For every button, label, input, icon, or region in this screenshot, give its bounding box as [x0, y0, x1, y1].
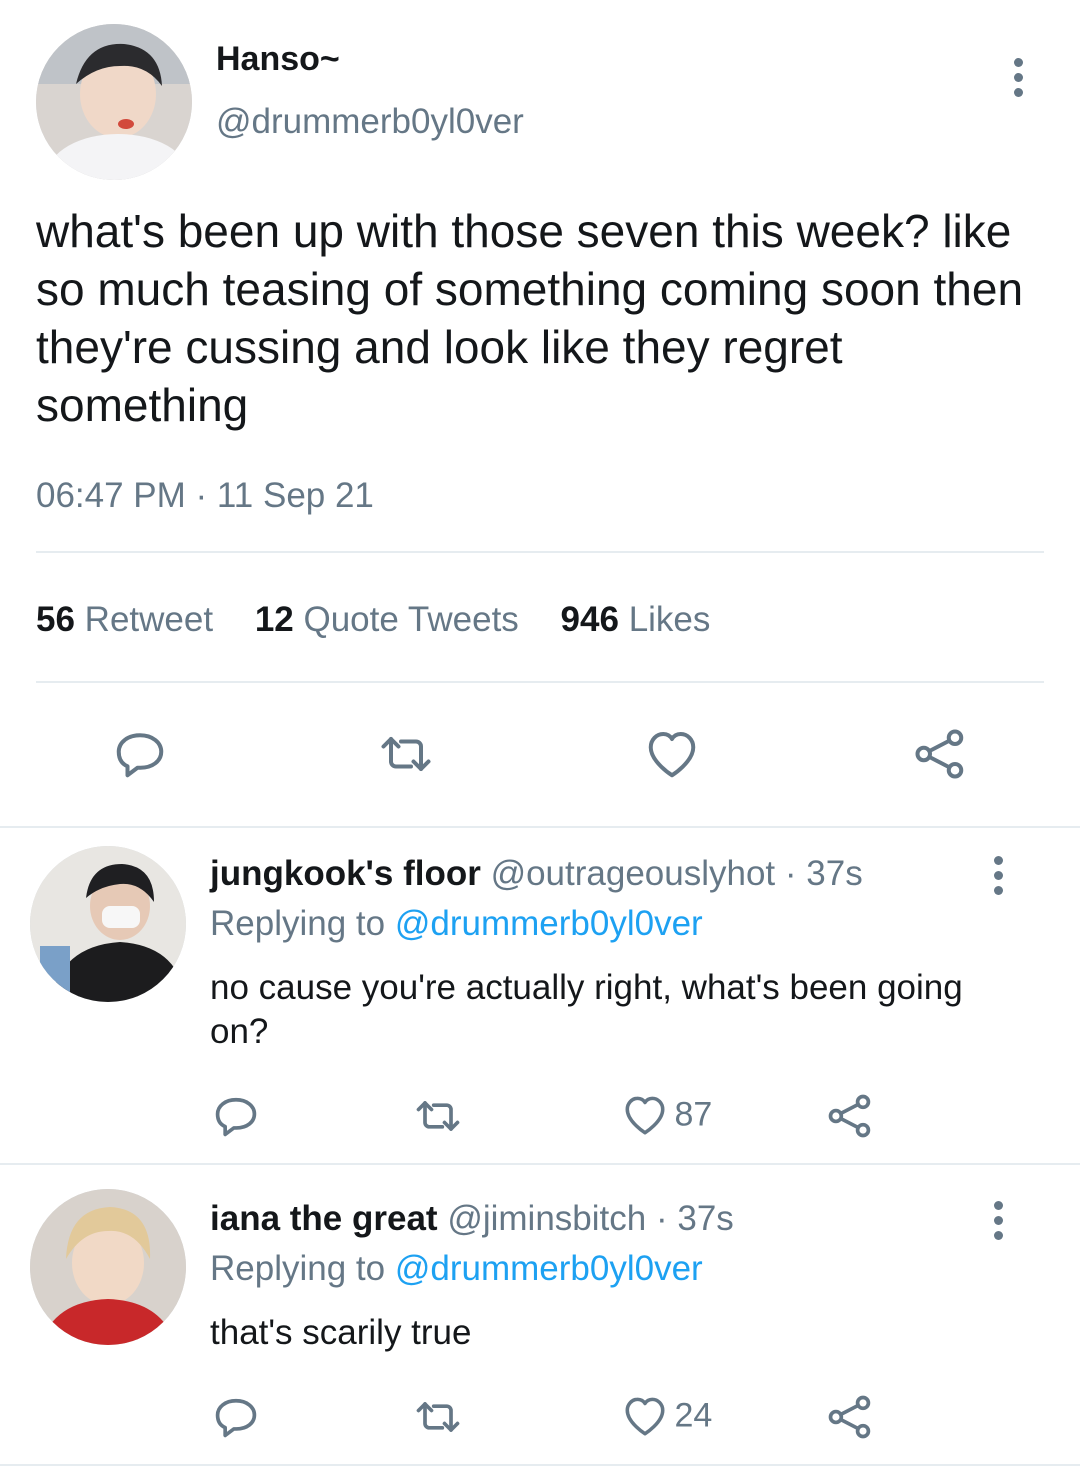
author-handle[interactable]: @drummerb0yl0ver	[216, 102, 524, 142]
reply-tweet[interactable]: jungkook's floor @outrageouslyhot · 37s …	[0, 828, 1080, 1162]
quotes-label: Quote Tweets	[303, 600, 519, 639]
reply-time: · 37s	[655, 1199, 734, 1238]
tweet-text: what's been up with those seven this wee…	[36, 205, 1024, 431]
share-icon[interactable]	[824, 1090, 876, 1142]
replying-to-label: Replying to	[210, 904, 386, 943]
author-avatar[interactable]	[36, 24, 192, 180]
like-icon[interactable]	[642, 724, 702, 784]
replying-to-label: Replying to	[210, 1249, 386, 1288]
retweet-icon[interactable]	[412, 1391, 464, 1443]
divider	[0, 1464, 1080, 1466]
like-button[interactable]: 24	[620, 1391, 712, 1443]
reply-header: jungkook's floor @outrageouslyhot · 37s	[210, 854, 863, 894]
replying-to-handle[interactable]: @drummerb0yl0ver	[395, 904, 703, 943]
tweet-timestamp[interactable]: 06:47 PM · 11 Sep 21	[36, 476, 374, 516]
like-icon	[620, 1090, 670, 1140]
reply-icon[interactable]	[110, 724, 170, 784]
quotes-count: 12	[254, 600, 294, 639]
divider	[36, 681, 1044, 683]
reply-tweet[interactable]: iana the great @jiminsbitch · 37s Replyi…	[0, 1165, 1080, 1465]
reply-display-name[interactable]: jungkook's floor	[210, 854, 481, 893]
reply-text: no cause you're actually right, what's b…	[210, 968, 963, 1051]
retweet-icon[interactable]	[376, 724, 436, 784]
replying-to-line: Replying to @drummerb0yl0ver	[210, 904, 703, 944]
reply-text: that's scarily true	[210, 1313, 472, 1352]
divider	[36, 551, 1044, 553]
more-options-icon[interactable]	[988, 856, 1008, 896]
share-icon[interactable]	[910, 724, 970, 784]
likes-label: Likes	[628, 600, 711, 639]
reply-header: iana the great @jiminsbitch · 37s	[210, 1199, 734, 1239]
share-icon[interactable]	[824, 1391, 876, 1443]
retweets-stat[interactable]: 56 Retweet	[36, 600, 223, 639]
retweets-count: 56	[36, 600, 75, 639]
like-icon	[620, 1391, 670, 1441]
reply-handle[interactable]: @jiminsbitch	[447, 1199, 646, 1238]
reply-icon[interactable]	[210, 1391, 262, 1443]
more-options-icon[interactable]	[1008, 58, 1028, 98]
retweet-icon[interactable]	[412, 1090, 464, 1142]
reply-icon[interactable]	[210, 1090, 262, 1142]
reply-time: · 37s	[784, 854, 863, 893]
reply-avatar[interactable]	[30, 1189, 186, 1345]
reply-avatar[interactable]	[30, 846, 186, 1002]
like-count: 24	[674, 1396, 713, 1435]
retweets-label: Retweet	[84, 600, 214, 639]
likes-count: 946	[560, 600, 619, 639]
replying-to-line: Replying to @drummerb0yl0ver	[210, 1249, 703, 1289]
like-count: 87	[674, 1095, 713, 1134]
author-display-name[interactable]: Hanso~	[216, 40, 340, 79]
reply-handle[interactable]: @outrageouslyhot	[491, 854, 776, 893]
replying-to-handle[interactable]: @drummerb0yl0ver	[395, 1249, 703, 1288]
reply-display-name[interactable]: iana the great	[210, 1199, 438, 1238]
tweet-stats: 56 Retweet 12 Quote Tweets 946 Likes	[36, 600, 710, 640]
quotes-stat[interactable]: 12 Quote Tweets	[255, 600, 529, 639]
likes-stat[interactable]: 946 Likes	[561, 600, 711, 639]
more-options-icon[interactable]	[988, 1201, 1008, 1241]
like-button[interactable]: 87	[620, 1090, 712, 1142]
